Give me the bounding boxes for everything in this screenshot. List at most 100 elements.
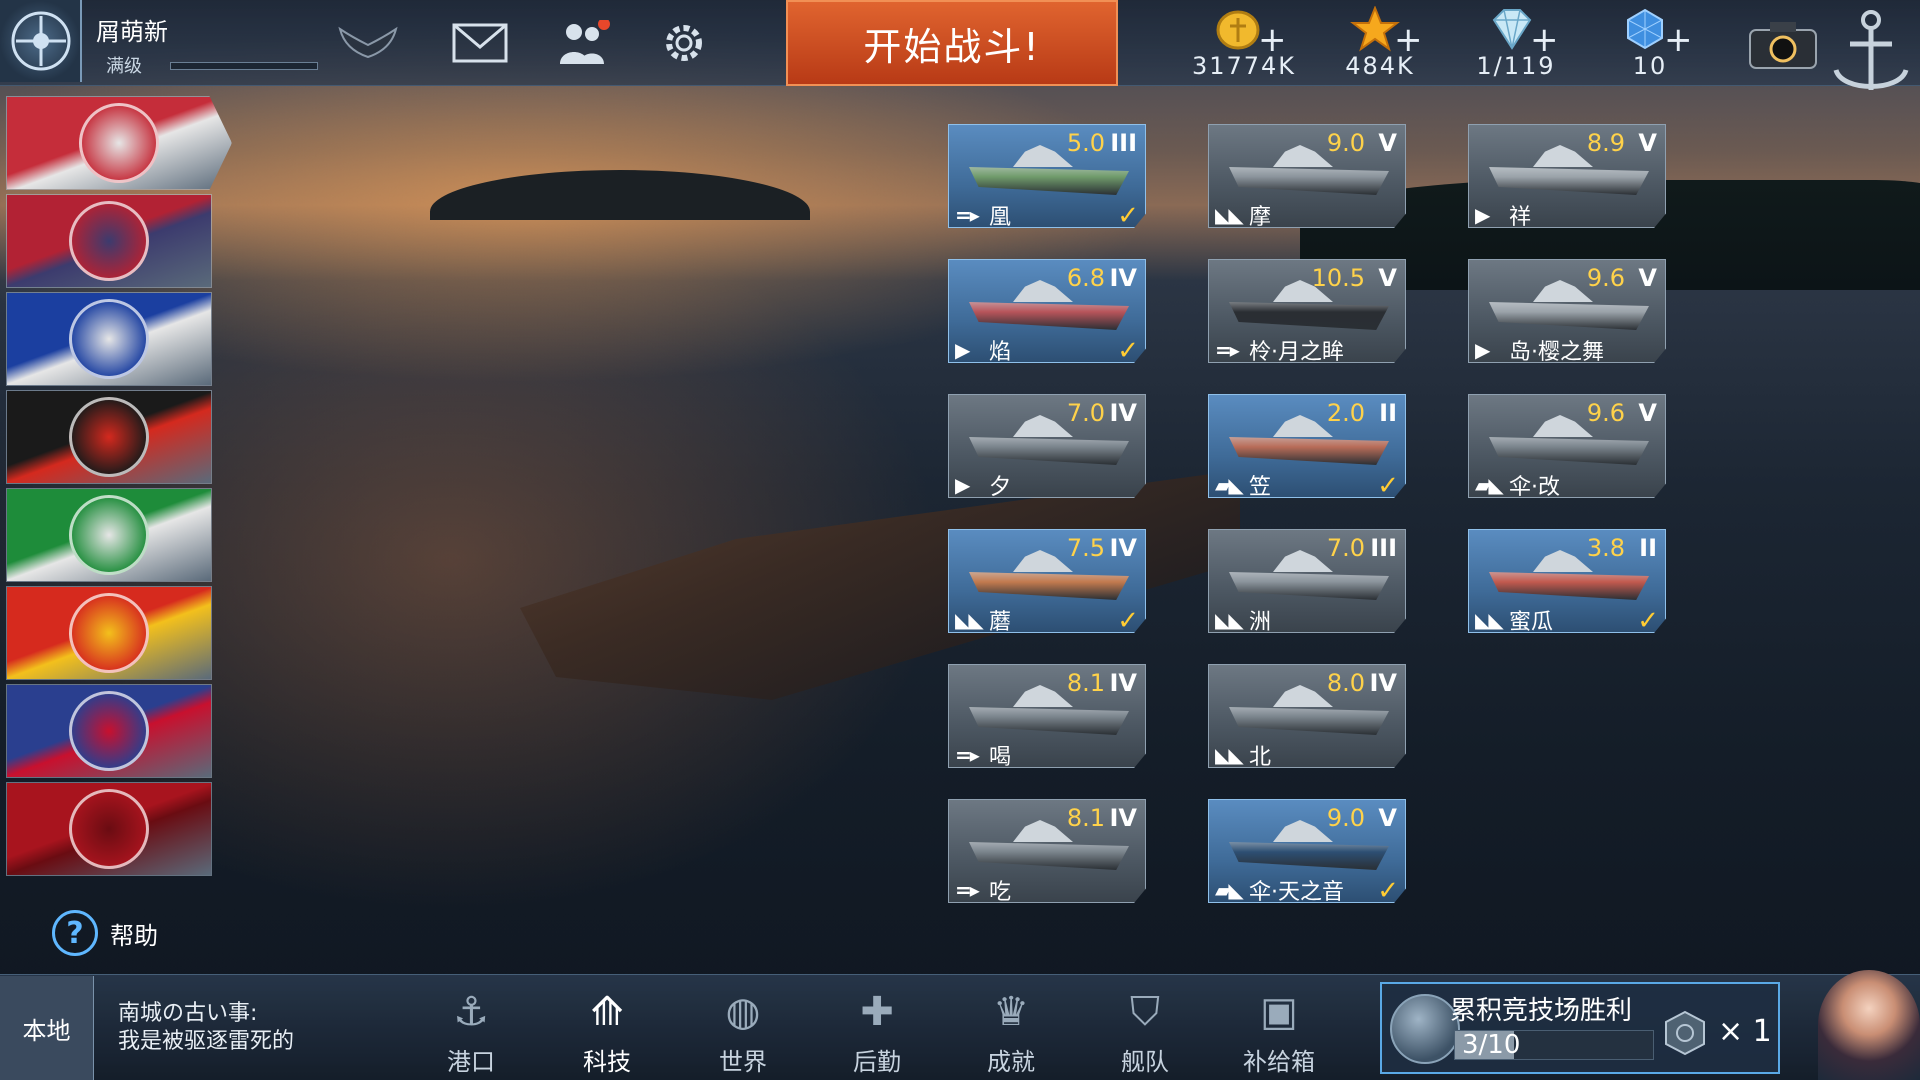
ship-tier: II — [1379, 399, 1397, 427]
ship-tier: V — [1378, 804, 1397, 832]
nav-fleet[interactable]: ⛉ 舰队 — [1090, 984, 1200, 1080]
nav-label: 补给箱 — [1243, 1048, 1315, 1076]
ship-card[interactable]: 9.0 V ▰◣ 伞·天之音 ✓ — [1208, 799, 1406, 903]
owned-check-icon: ✓ — [1377, 876, 1399, 906]
ship-superstructure — [1013, 550, 1073, 572]
chat-sender: 南城の古い事: — [118, 1001, 258, 1026]
ship-card[interactable]: 8.1 IV =▸ 吃 — [948, 799, 1146, 903]
japan-emblem-icon — [79, 103, 159, 183]
ship-superstructure — [1013, 415, 1073, 437]
nation-tab-soviet[interactable] — [6, 782, 212, 876]
ship-name: 喝 — [989, 745, 1012, 770]
ship-card[interactable]: 9.6 V ▰◣ 伞·改 — [1468, 394, 1666, 498]
friends-icon[interactable] — [552, 18, 612, 68]
ship-tier: IV — [1109, 534, 1137, 562]
camera-icon[interactable] — [1746, 16, 1820, 72]
ship-superstructure — [1013, 820, 1073, 842]
ship-tier: IV — [1109, 804, 1137, 832]
ship-rating: 9.0 — [1326, 804, 1365, 832]
ship-tier: IV — [1109, 264, 1137, 292]
ship-card[interactable]: 7.0 IV ▶ 夕 — [948, 394, 1146, 498]
ship-card[interactable]: 2.0 II ▰◣ 笠 ✓ — [1208, 394, 1406, 498]
ship-card[interactable]: 9.0 V ◣◣ 摩 — [1208, 124, 1406, 228]
ship-rating: 3.8 — [1586, 534, 1625, 562]
ship-rating: 8.1 — [1066, 804, 1105, 832]
ship-card[interactable]: 6.8 IV ▶ 焰 ✓ — [948, 259, 1146, 363]
anchor-icon[interactable] — [1822, 0, 1920, 106]
help-label: 帮助 — [110, 921, 158, 950]
ship-type-icon: ◣◣ — [1215, 608, 1244, 632]
owned-check-icon: ✓ — [1117, 201, 1139, 231]
nav-label: 世界 — [719, 1048, 767, 1076]
ship-name: 伞·天之音 — [1249, 880, 1344, 905]
xp-bar — [170, 62, 318, 70]
player-level: 满级 — [106, 56, 142, 77]
currency-gem[interactable]: + 10 — [1590, 6, 1710, 82]
nav-label: 科技 — [583, 1048, 631, 1076]
ship-superstructure — [1273, 820, 1333, 842]
ship-type-icon: ▰◣ — [1215, 473, 1244, 497]
arena-progress-text: 3/10 — [1462, 1030, 1521, 1060]
background-island — [430, 170, 810, 220]
ship-type-icon: ▶ — [1475, 203, 1490, 227]
arena-wins-panel[interactable]: 累积竞技场胜利 3/10 × 1 — [1380, 982, 1780, 1074]
nation-tab-uk[interactable] — [6, 684, 212, 778]
ship-card[interactable]: 3.8 II ◣◣ 蜜瓜 ✓ — [1468, 529, 1666, 633]
nav-tech[interactable]: ⟰ 科技 — [552, 984, 662, 1080]
supply-box-icon: ▣ — [1260, 989, 1298, 1035]
ship-superstructure — [1533, 415, 1593, 437]
currency-diamond[interactable]: + 1/119 — [1456, 6, 1576, 82]
ship-card[interactable]: 8.9 V ▶ 祥 — [1468, 124, 1666, 228]
ship-superstructure — [1273, 415, 1333, 437]
currency-gold[interactable]: + 31774K — [1184, 6, 1304, 82]
ship-card[interactable]: 10.5 V =▸ 柃·月之眸 — [1208, 259, 1406, 363]
ship-tier: V — [1638, 399, 1657, 427]
nation-tab-italy[interactable] — [6, 488, 212, 582]
italy-star-icon — [69, 495, 149, 575]
nation-tab-germany[interactable] — [6, 390, 212, 484]
nation-tab-usa[interactable] — [6, 194, 212, 288]
ship-card[interactable]: 9.6 V ▶ 岛·樱之舞 — [1468, 259, 1666, 363]
help-icon: ? — [52, 910, 98, 956]
settings-gear-icon[interactable] — [654, 18, 714, 68]
ship-type-icon: ◣◣ — [1215, 743, 1244, 767]
ship-card[interactable]: 8.0 IV ◣◣ 北 — [1208, 664, 1406, 768]
ship-rating: 9.0 — [1326, 129, 1365, 157]
ship-rating: 9.6 — [1586, 399, 1625, 427]
nav-harbor[interactable]: ⚓ 港口 — [416, 984, 526, 1080]
logistics-icon: ✚ — [860, 989, 894, 1035]
arena-reward-multiplier: × 1 — [1718, 1014, 1772, 1049]
nav-globe[interactable]: ◍ 世界 — [688, 984, 798, 1080]
nation-tab-china[interactable] — [6, 586, 212, 680]
ship-card[interactable]: 7.0 III ◣◣ 洲 — [1208, 529, 1406, 633]
nav-logistics[interactable]: ✚ 后勤 — [822, 984, 932, 1080]
chat-channel-tab[interactable]: 本地 — [0, 976, 94, 1080]
ship-card[interactable]: 5.0 III =▸ 凰 ✓ — [948, 124, 1146, 228]
chat-text: 我是被驱逐雷死的 — [118, 1029, 295, 1054]
china-emblem-icon — [69, 593, 149, 673]
ship-rating: 9.6 — [1586, 264, 1625, 292]
star-icon — [1350, 6, 1400, 52]
ship-card[interactable]: 8.1 IV =▸ 喝 — [948, 664, 1146, 768]
captain-avatar[interactable] — [1818, 970, 1920, 1080]
rank-emblem-icon — [11, 11, 71, 71]
achievement-icon: ♛ — [993, 989, 1029, 1035]
rank-badge[interactable] — [0, 0, 82, 82]
ship-superstructure — [1533, 550, 1593, 572]
chat-message[interactable]: 南城の古い事: 我是被驱逐雷死的 — [118, 1000, 408, 1056]
nation-tab-japan[interactable] — [6, 96, 232, 190]
wings-badge-icon[interactable] — [338, 18, 398, 68]
nation-tab-france[interactable] — [6, 292, 212, 386]
help-button[interactable]: ? 帮助 — [52, 910, 158, 956]
currency-star[interactable]: + 484K — [1320, 6, 1440, 82]
ship-tier: IV — [1109, 399, 1137, 427]
ship-card[interactable]: 7.5 IV ◣◣ 蘑 ✓ — [948, 529, 1146, 633]
nav-supply-box[interactable]: ▣ 补给箱 — [1224, 984, 1334, 1080]
nav-achievement[interactable]: ♛ 成就 — [956, 984, 1066, 1080]
ship-type-icon: =▸ — [955, 878, 980, 902]
ship-name: 伞·改 — [1509, 475, 1560, 500]
start-battle-button[interactable]: 开始战斗! — [786, 0, 1118, 86]
ship-superstructure — [1273, 685, 1333, 707]
ship-superstructure — [1533, 280, 1593, 302]
mail-icon[interactable] — [450, 18, 510, 68]
